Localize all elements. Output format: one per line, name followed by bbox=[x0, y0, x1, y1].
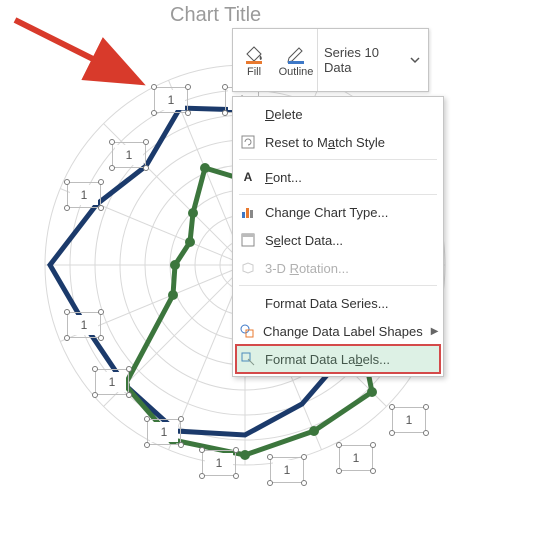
data-label-text: 1 bbox=[81, 318, 88, 332]
menu-change-data-label-shapes[interactable]: Change Data Label Shapes ▶ bbox=[233, 317, 443, 345]
menu-format-data-labels[interactable]: Format Data Labels... bbox=[233, 345, 443, 373]
chart-title[interactable]: Chart Title bbox=[170, 4, 261, 27]
data-label[interactable]: 1 bbox=[157, 90, 185, 110]
menu-format-data-series[interactable]: Format Data Series... bbox=[233, 289, 443, 317]
menu-label: Change Chart Type... bbox=[265, 205, 433, 220]
shapes-icon bbox=[239, 322, 255, 340]
outline-button[interactable]: Outline bbox=[275, 29, 317, 91]
fill-button[interactable]: Fill bbox=[233, 29, 275, 91]
menu-label: 3-D Rotation... bbox=[265, 261, 433, 276]
data-label-text: 1 bbox=[161, 425, 168, 439]
data-label-text: 1 bbox=[126, 148, 133, 162]
submenu-arrow-icon: ▶ bbox=[431, 326, 439, 337]
menu-change-chart-type[interactable]: Change Chart Type... bbox=[233, 198, 443, 226]
chevron-down-icon bbox=[408, 53, 422, 67]
data-label[interactable]: 1 bbox=[395, 410, 423, 430]
reset-icon bbox=[239, 133, 257, 151]
data-label[interactable]: 1 bbox=[205, 453, 233, 473]
outline-label: Outline bbox=[279, 66, 314, 78]
menu-label: Delete bbox=[265, 107, 433, 122]
blank-icon bbox=[239, 294, 257, 312]
data-label[interactable]: 1 bbox=[70, 185, 98, 205]
menu-3d-rotation: 3-D Rotation... bbox=[233, 254, 443, 282]
menu-label: Reset to Match Style bbox=[265, 135, 433, 150]
menu-label: Select Data... bbox=[265, 233, 433, 248]
context-menu: Delete Reset to Match Style A Font... Ch… bbox=[232, 96, 444, 377]
data-label-text: 1 bbox=[109, 375, 116, 389]
menu-select-data[interactable]: Select Data... bbox=[233, 226, 443, 254]
menu-delete[interactable]: Delete bbox=[233, 100, 443, 128]
menu-separator bbox=[239, 285, 437, 286]
menu-label: Format Data Series... bbox=[265, 296, 433, 311]
series-selector[interactable]: Series 10 Data bbox=[317, 29, 428, 91]
menu-label: Font... bbox=[265, 170, 433, 185]
menu-reset-match-style[interactable]: Reset to Match Style bbox=[233, 128, 443, 156]
fill-icon bbox=[243, 42, 265, 64]
data-label-text: 1 bbox=[81, 188, 88, 202]
font-icon: A bbox=[239, 168, 257, 186]
menu-font[interactable]: A Font... bbox=[233, 163, 443, 191]
menu-label: Format Data Labels... bbox=[265, 352, 433, 367]
format-labels-icon bbox=[239, 350, 257, 368]
mini-toolbar: Fill Outline Series 10 Data bbox=[232, 28, 429, 92]
menu-label: Change Data Label Shapes bbox=[263, 324, 423, 339]
data-label-text: 1 bbox=[216, 456, 223, 470]
menu-separator bbox=[239, 159, 437, 160]
data-label-text: 1 bbox=[353, 451, 360, 465]
data-label[interactable]: 1 bbox=[342, 448, 370, 468]
data-label-text: 1 bbox=[284, 463, 291, 477]
data-label[interactable]: 1 bbox=[70, 315, 98, 335]
data-label[interactable]: 1 bbox=[273, 460, 301, 480]
data-label[interactable]: 1 bbox=[150, 422, 178, 442]
blank-icon bbox=[239, 105, 257, 123]
chart-icon bbox=[239, 203, 257, 221]
series-selector-value: Series 10 Data bbox=[324, 45, 404, 75]
data-label[interactable]: 1 bbox=[115, 145, 143, 165]
outline-icon bbox=[285, 42, 307, 64]
data-label[interactable]: 1 bbox=[98, 372, 126, 392]
data-label-text: 1 bbox=[168, 93, 175, 107]
menu-separator bbox=[239, 194, 437, 195]
cube-icon bbox=[239, 259, 257, 277]
select-data-icon bbox=[239, 231, 257, 249]
fill-label: Fill bbox=[247, 66, 261, 78]
data-label-text: 1 bbox=[406, 413, 413, 427]
